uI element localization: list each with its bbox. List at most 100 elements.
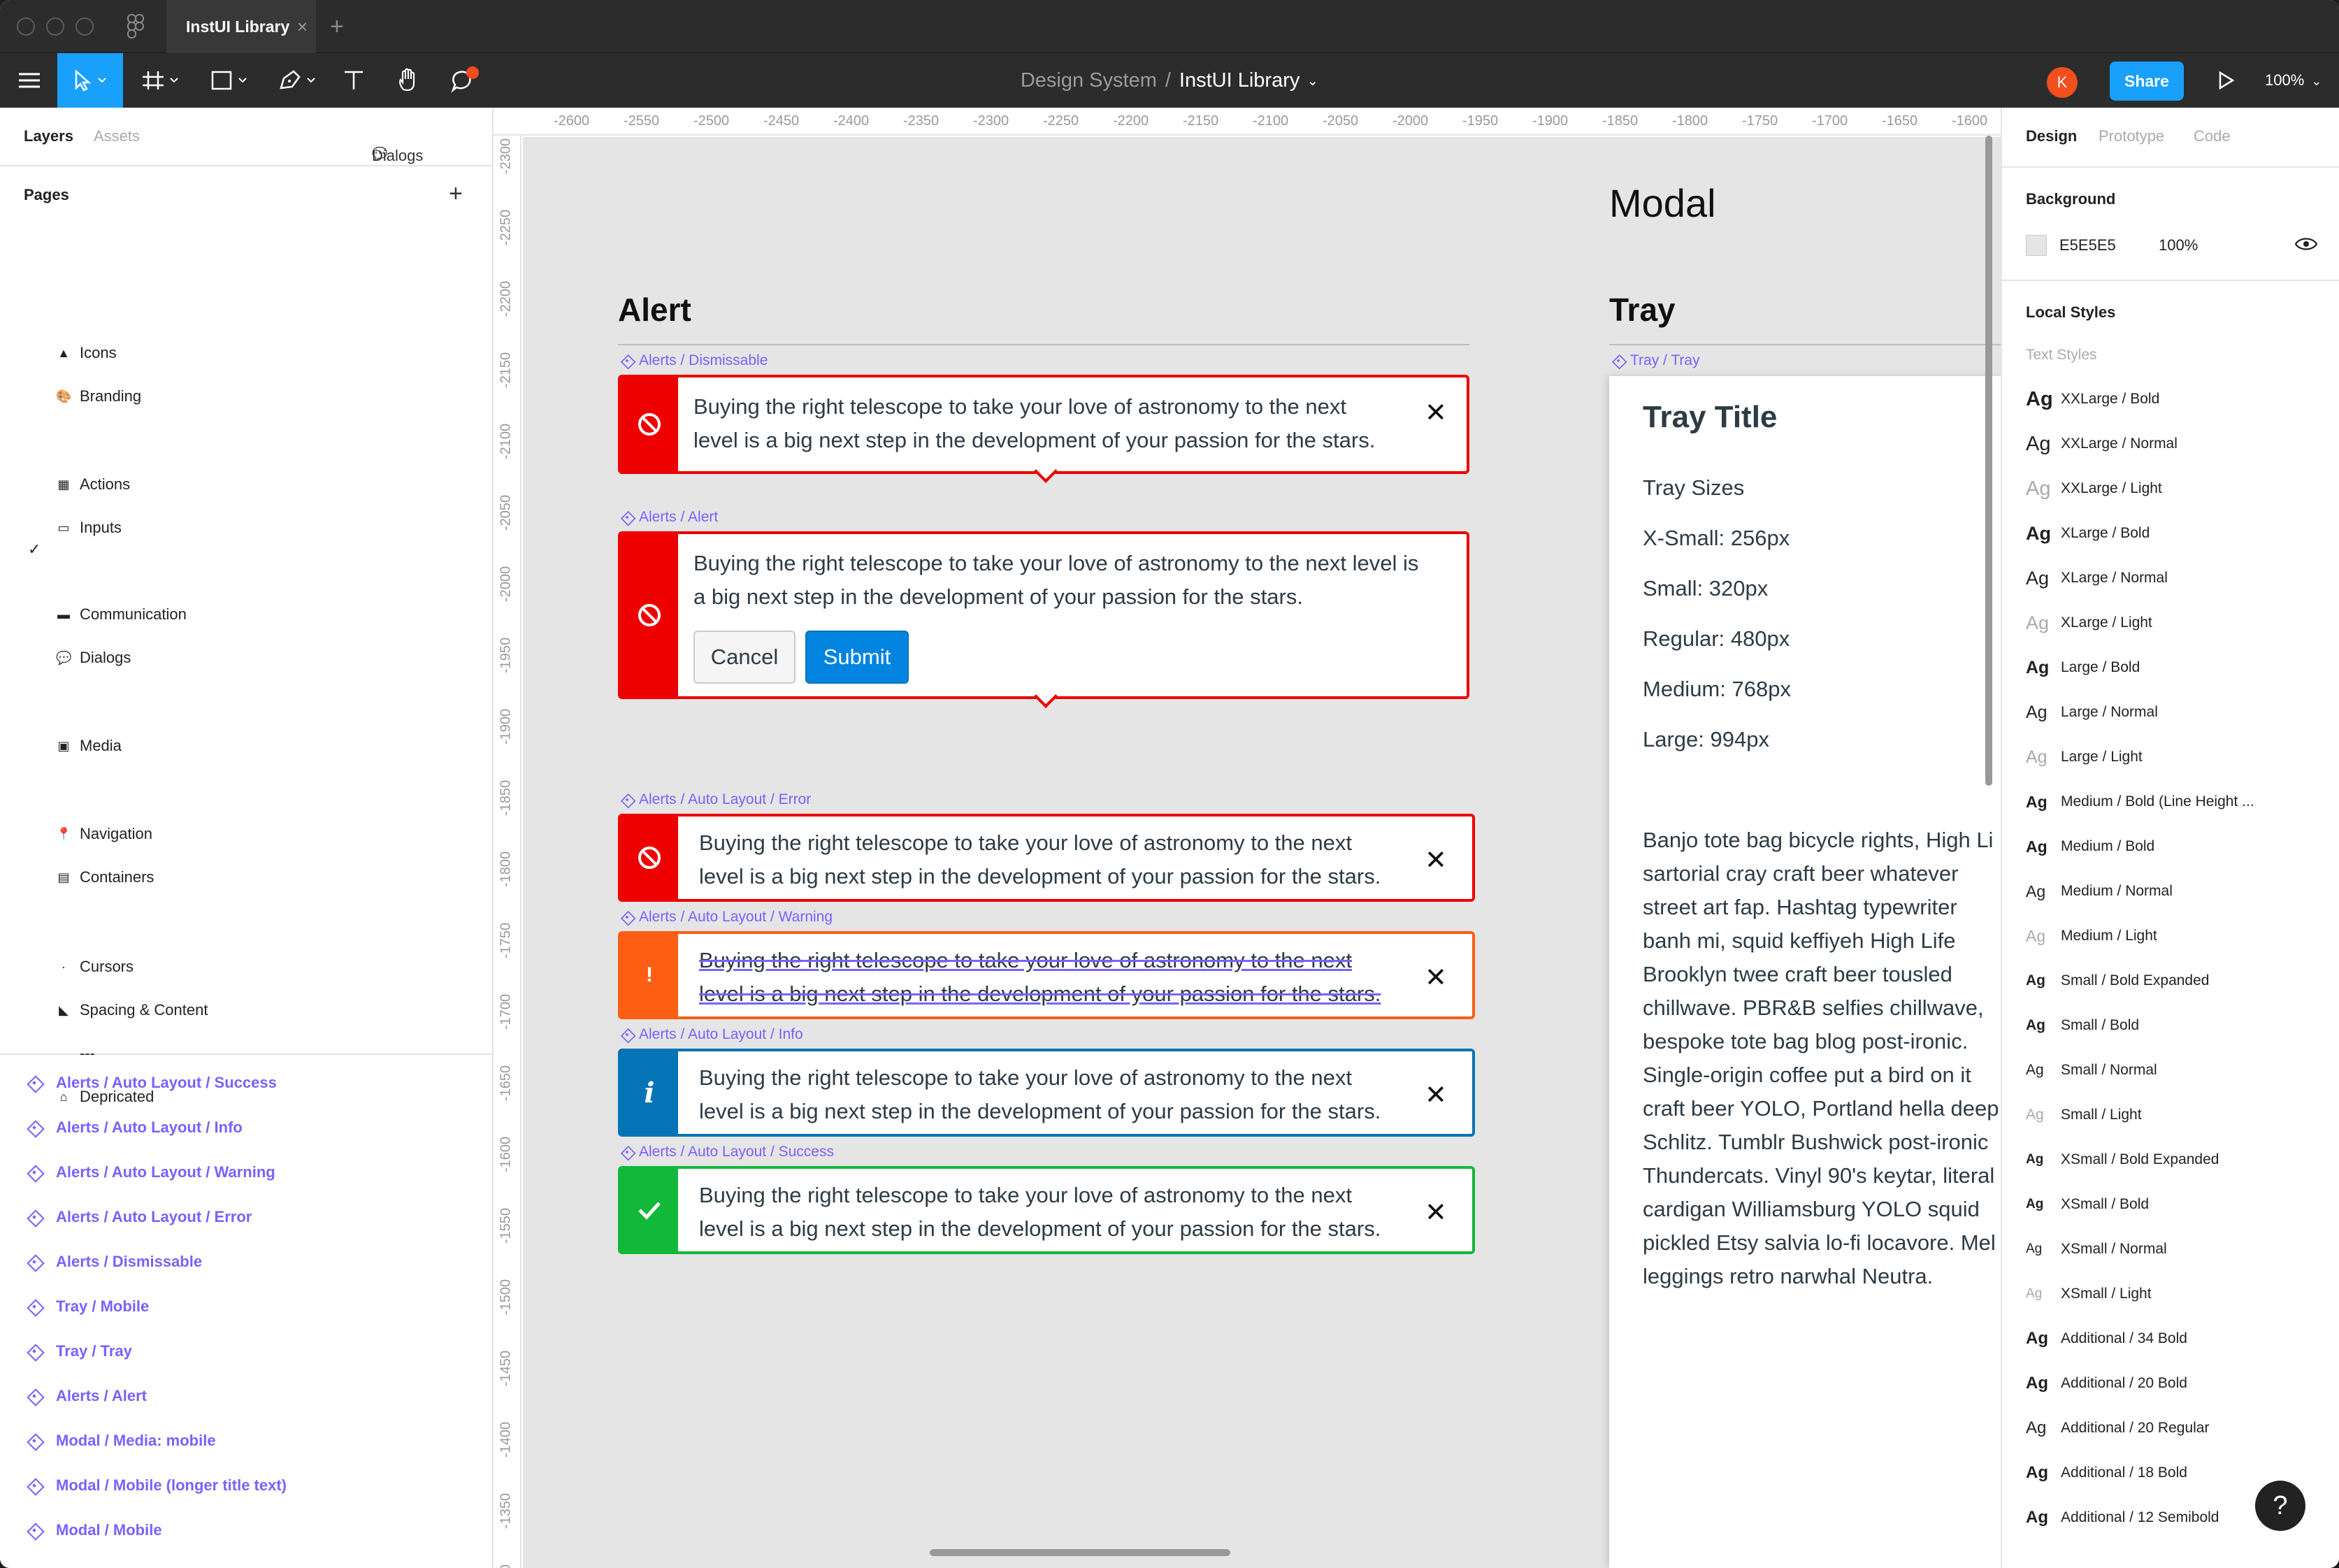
layer-row[interactable]: Alerts / Alert — [27, 1386, 147, 1407]
zoom-dropdown[interactable]: 100% ⌄ — [2265, 53, 2322, 108]
layer-row[interactable]: Modal / Mobile — [27, 1520, 162, 1541]
page-item[interactable]: --- — [56, 1043, 95, 1064]
pen-tool-button[interactable] — [270, 53, 329, 108]
text-style-item[interactable]: Ag XLarge / Light — [2026, 611, 2152, 635]
share-button[interactable]: Share — [2110, 62, 2184, 101]
page-item[interactable]: ◣ Spacing & Content — [56, 1000, 208, 1021]
text-style-item[interactable]: Ag Medium / Bold (Line Height ... — [2026, 790, 2254, 814]
background-hex[interactable]: E5E5E5 — [2059, 236, 2116, 254]
close-tab-icon[interactable]: × — [297, 0, 308, 53]
text-style-item[interactable]: Ag XSmall / Normal — [2026, 1237, 2167, 1261]
submit-button[interactable]: Submit — [805, 631, 909, 684]
close-icon[interactable]: ✕ — [1425, 965, 1447, 991]
document-tab[interactable]: InstUI Library × — [166, 0, 316, 53]
component-label-info[interactable]: Alerts / Auto Layout / Info — [619, 1026, 803, 1043]
text-style-item[interactable]: Ag Small / Bold Expanded — [2026, 969, 2209, 993]
text-style-item[interactable]: Ag Additional / 20 Bold — [2026, 1372, 2187, 1395]
component-label-dismissable[interactable]: Alerts / Dismissable — [619, 352, 768, 369]
component-label-warning[interactable]: Alerts / Auto Layout / Warning — [619, 909, 833, 926]
text-style-item[interactable]: Ag Small / Bold — [2026, 1014, 2139, 1037]
text-style-item[interactable]: Ag Additional / 20 Regular — [2026, 1416, 2209, 1440]
text-tool-button[interactable] — [338, 53, 369, 108]
component-label-alert[interactable]: Alerts / Alert — [619, 509, 718, 526]
horizontal-scrollbar[interactable] — [930, 1549, 1230, 1556]
tab-prototype[interactable]: Prototype — [2099, 127, 2164, 145]
tab-design[interactable]: Design — [2026, 127, 2077, 145]
close-icon[interactable]: ✕ — [1425, 1082, 1447, 1109]
zoom-window-button[interactable] — [75, 17, 94, 36]
text-style-item[interactable]: Ag Small / Light — [2026, 1103, 2142, 1127]
minimize-window-button[interactable] — [46, 17, 64, 36]
tray-frame[interactable]: Tray Title Tray Sizes Banjo tote bag bic… — [1609, 376, 2001, 1568]
layer-row[interactable]: Alerts / Auto Layout / Success — [27, 1072, 277, 1093]
component-label-error[interactable]: Alerts / Auto Layout / Error — [619, 791, 811, 808]
alert-success[interactable]: Buying the right telescope to take your … — [618, 1166, 1475, 1254]
breadcrumb-file[interactable]: InstUI Library — [1179, 69, 1300, 92]
text-style-item[interactable]: Ag Medium / Light — [2026, 924, 2157, 948]
figma-logo-icon[interactable] — [127, 14, 144, 39]
text-style-item[interactable]: Ag Additional / 12 Semibold — [2026, 1506, 2219, 1530]
text-style-item[interactable]: Ag XXLarge / Normal — [2026, 432, 2178, 456]
layer-row[interactable]: Tray / Tray — [27, 1341, 132, 1362]
text-style-item[interactable]: Ag Medium / Normal — [2026, 879, 2173, 903]
help-button[interactable]: ? — [2255, 1481, 2305, 1531]
new-tab-button[interactable]: + — [330, 0, 344, 53]
eye-icon[interactable] — [2294, 235, 2318, 253]
layer-row[interactable]: Modal / Mobile (longer title text) — [27, 1475, 287, 1496]
page-item[interactable]: 🎨 Branding — [56, 386, 141, 407]
comment-tool-button[interactable] — [445, 53, 487, 108]
text-style-item[interactable]: Ag XSmall / Bold — [2026, 1193, 2149, 1216]
text-style-item[interactable]: Ag Small / Normal — [2026, 1058, 2157, 1082]
page-item[interactable]: 📍 Navigation — [56, 823, 152, 844]
layer-row[interactable]: Alerts / Auto Layout / Warning — [27, 1162, 275, 1183]
main-menu-icon[interactable] — [10, 53, 49, 108]
layer-row[interactable]: Modal / Media: mobile — [27, 1430, 216, 1451]
alert-with-actions[interactable]: Buying the right telescope to take your … — [618, 531, 1469, 708]
add-page-button[interactable]: + — [449, 180, 463, 208]
page-item[interactable]: 💬 Dialogs — [56, 647, 131, 668]
chevron-down-icon[interactable]: ⌄ — [1307, 72, 1318, 89]
layer-row[interactable]: Alerts / Auto Layout / Error — [27, 1207, 252, 1228]
layer-row[interactable]: Tray / Mobile — [27, 1296, 149, 1317]
text-style-item[interactable]: Ag XXLarge / Bold — [2026, 387, 2159, 411]
shape-tool-button[interactable] — [203, 53, 261, 108]
move-tool-button[interactable] — [57, 53, 123, 108]
page-item[interactable]: · Cursors — [56, 956, 134, 977]
text-style-item[interactable]: Ag XSmall / Light — [2026, 1282, 2152, 1306]
present-play-icon[interactable] — [2215, 70, 2236, 91]
component-label-tray[interactable]: Tray / Tray — [1611, 352, 1700, 369]
close-icon[interactable]: ✕ — [1425, 1200, 1447, 1226]
background-color-swatch[interactable] — [2026, 235, 2047, 256]
hand-tool-button[interactable] — [391, 53, 426, 108]
component-label-success[interactable]: Alerts / Auto Layout / Success — [619, 1144, 834, 1160]
layer-row[interactable]: Alerts / Auto Layout / Info — [27, 1117, 243, 1138]
user-avatar[interactable]: K — [2047, 67, 2078, 98]
alert-dismissable[interactable]: Buying the right telescope to take your … — [618, 375, 1469, 483]
tab-code[interactable]: Code — [2194, 127, 2231, 145]
alert-info[interactable]: i Buying the right telescope to take you… — [618, 1049, 1475, 1137]
page-item[interactable]: ▤ Containers — [56, 867, 154, 888]
page-item[interactable]: ▬ Communication — [56, 604, 187, 625]
breadcrumb-project[interactable]: Design System — [1021, 69, 1157, 92]
close-window-button[interactable] — [17, 17, 35, 36]
text-style-item[interactable]: Ag XXLarge / Light — [2026, 477, 2162, 501]
text-style-item[interactable]: Ag XLarge / Normal — [2026, 566, 2168, 590]
text-style-item[interactable]: Ag XSmall / Bold Expanded — [2026, 1148, 2219, 1172]
cancel-button[interactable]: Cancel — [693, 631, 796, 684]
text-style-item[interactable]: Ag Medium / Bold — [2026, 835, 2154, 858]
text-style-item[interactable]: Ag XLarge / Bold — [2026, 522, 2150, 545]
vertical-scrollbar[interactable] — [1985, 136, 1992, 786]
page-item[interactable]: ▣ Media — [56, 735, 121, 756]
text-style-item[interactable]: Ag Additional / 34 Bold — [2026, 1327, 2187, 1351]
alert-error[interactable]: Buying the right telescope to take your … — [618, 814, 1475, 902]
tab-assets[interactable]: Assets — [94, 127, 140, 145]
text-style-item[interactable]: Ag Additional / 18 Bold — [2026, 1461, 2187, 1485]
layer-row[interactable]: Alerts / Dismissable — [27, 1251, 202, 1272]
close-icon[interactable]: ✕ — [1425, 847, 1447, 874]
alert-warning[interactable]: ! Buying the right telescope to take you… — [618, 931, 1475, 1019]
tab-layers[interactable]: Layers — [24, 127, 73, 145]
page-item[interactable]: ▲ Icons — [56, 343, 117, 364]
text-style-item[interactable]: Ag Large / Light — [2026, 745, 2143, 769]
page-item[interactable]: ▭ Inputs — [56, 517, 121, 538]
frame-tool-button[interactable] — [133, 53, 192, 108]
